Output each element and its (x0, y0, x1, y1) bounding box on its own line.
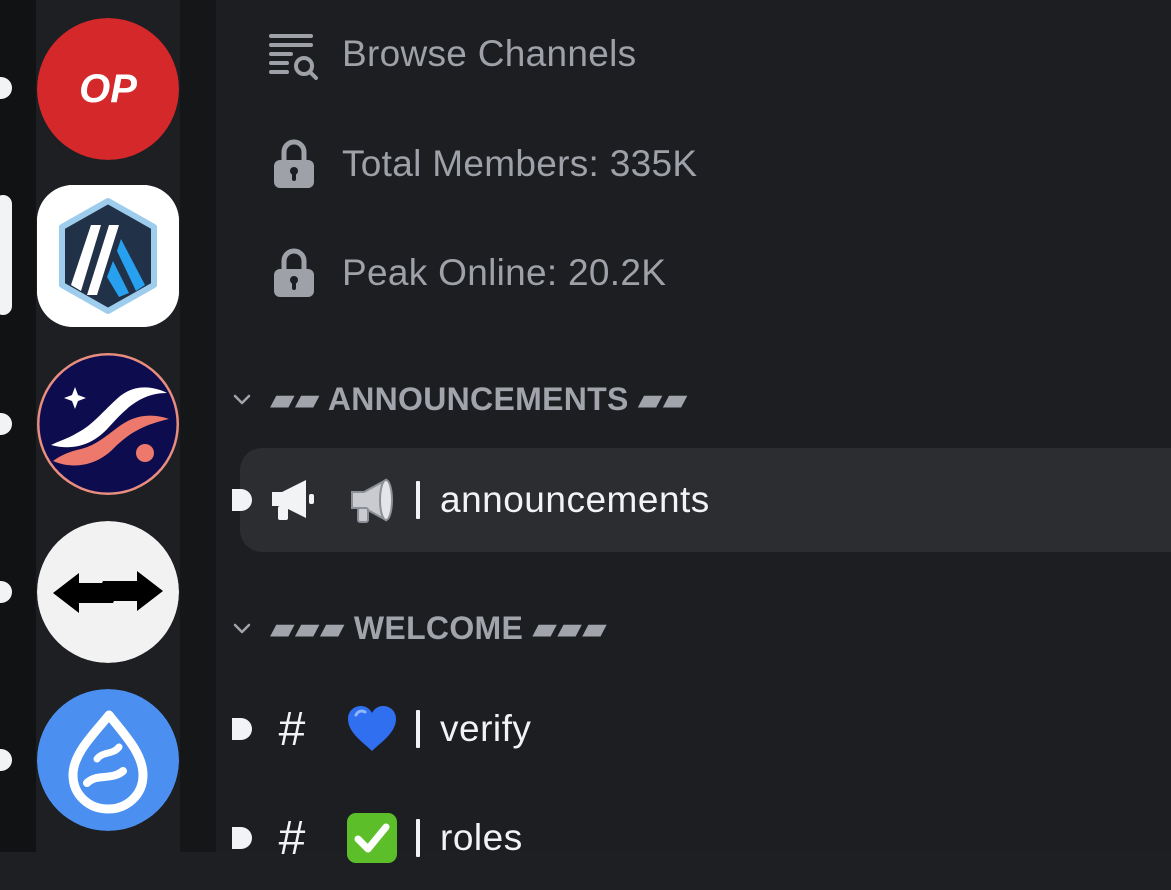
rail-divider (180, 0, 216, 852)
swap-arrows-logo-icon (37, 521, 179, 663)
channel-separator (416, 819, 420, 857)
chevron-down-icon (233, 623, 251, 634)
chevron-down-icon (233, 394, 251, 405)
browse-channels-label: Browse Channels (342, 33, 637, 74)
unread-indicator (0, 581, 12, 603)
lock-icon (268, 247, 320, 299)
channel-name: announcements (440, 479, 710, 520)
megaphone-icon (268, 472, 316, 528)
unread-indicator (0, 413, 12, 435)
hashtag-icon: # (278, 811, 306, 865)
optimism-logo-icon: OP (37, 18, 179, 160)
optimism-badge-text: OP (79, 67, 137, 111)
arbitrum-logo-icon (37, 185, 179, 327)
unread-indicator (232, 827, 252, 849)
channel-separator (416, 481, 420, 519)
category-announcements[interactable]: ▰▰ ANNOUNCEMENTS ▰▰ (230, 376, 688, 422)
unread-indicator (0, 77, 12, 99)
channel-verify[interactable]: # verify (232, 677, 1171, 781)
category-label: ▰▰ ANNOUNCEMENTS ▰▰ (270, 381, 688, 417)
browse-channels-item[interactable]: Browse Channels (268, 24, 636, 84)
channel-name: verify (440, 708, 532, 749)
server-swap[interactable] (37, 521, 179, 663)
category-welcome[interactable]: ▰▰▰ WELCOME ▰▰▰ (230, 605, 607, 651)
total-members-item: Total Members: 335K (268, 134, 697, 194)
unread-indicator (232, 718, 252, 740)
blue-heart-emoji-icon (346, 703, 398, 755)
lock-icon (268, 138, 320, 190)
channel-announcements[interactable]: announcements (232, 448, 1171, 552)
channel-roles[interactable]: # roles (232, 786, 1171, 890)
sui-drop-logo-icon (37, 689, 179, 831)
selected-server-pill (0, 195, 12, 315)
server-optimism[interactable]: OP (37, 18, 179, 160)
server-arbitrum[interactable] (37, 185, 179, 327)
megaphone-emoji-icon (346, 474, 398, 526)
starknet-logo-icon (37, 353, 179, 495)
channel-list: Browse Channels Total Members: 335K Peak… (216, 0, 1171, 865)
unread-indicator (232, 489, 252, 511)
channel-separator (416, 710, 420, 748)
check-mark-emoji-icon (346, 812, 398, 864)
category-label: ▰▰▰ WELCOME ▰▰▰ (270, 610, 608, 646)
browse-channels-icon (268, 28, 320, 80)
unread-indicator (0, 749, 12, 771)
channel-name: roles (440, 817, 523, 858)
peak-online-item: Peak Online: 20.2K (268, 243, 666, 303)
peak-online-label: Peak Online: 20.2K (342, 252, 667, 293)
server-starknet[interactable] (37, 353, 179, 495)
server-sui[interactable] (37, 689, 179, 831)
hashtag-icon: # (278, 702, 306, 756)
rail-edge (0, 0, 36, 852)
total-members-label: Total Members: 335K (342, 143, 698, 184)
